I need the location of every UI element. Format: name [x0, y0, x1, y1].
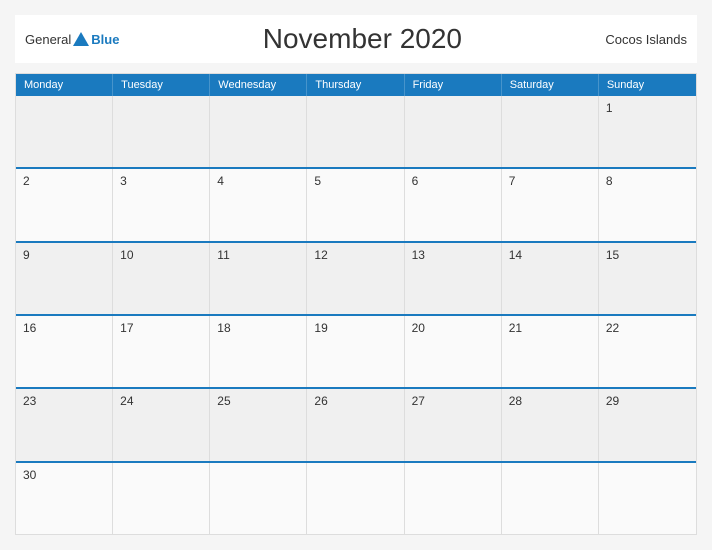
day-cell: [307, 463, 404, 534]
day-cell: 29: [599, 389, 696, 460]
day-cell: 16: [16, 316, 113, 387]
day-cell: 19: [307, 316, 404, 387]
day-number: 30: [23, 468, 36, 482]
day-number: 24: [120, 394, 133, 408]
day-header-sunday: Sunday: [599, 74, 696, 96]
day-cell: [113, 463, 210, 534]
day-cell: 3: [113, 169, 210, 240]
location-label: Cocos Islands: [605, 32, 687, 47]
day-cell: [502, 96, 599, 167]
day-number: 6: [412, 174, 419, 188]
day-number: 4: [217, 174, 224, 188]
day-cell: 1: [599, 96, 696, 167]
day-cell: 10: [113, 243, 210, 314]
day-header-tuesday: Tuesday: [113, 74, 210, 96]
calendar-body: 1234567891011121314151617181920212223242…: [16, 96, 696, 534]
day-number: 28: [509, 394, 522, 408]
day-number: 27: [412, 394, 425, 408]
day-number: 3: [120, 174, 127, 188]
day-number: 8: [606, 174, 613, 188]
day-cell: 2: [16, 169, 113, 240]
logo-general: General: [25, 32, 71, 47]
day-number: 7: [509, 174, 516, 188]
day-number: 16: [23, 321, 36, 335]
week-row: 9 10 11 12 13 14 15: [16, 241, 696, 314]
day-cell: [405, 96, 502, 167]
day-number: 25: [217, 394, 230, 408]
week-row: 16 17 18 19 20 21 22: [16, 314, 696, 387]
day-cell: [210, 463, 307, 534]
day-cell: 23: [16, 389, 113, 460]
day-cell: [502, 463, 599, 534]
calendar: MondayTuesdayWednesdayThursdayFridaySatu…: [15, 73, 697, 535]
day-cell: [405, 463, 502, 534]
day-number: 23: [23, 394, 36, 408]
day-header-friday: Friday: [405, 74, 502, 96]
day-cell: 5: [307, 169, 404, 240]
day-number: 9: [23, 248, 30, 262]
day-cell: 20: [405, 316, 502, 387]
week-row: 30: [16, 461, 696, 534]
day-header-wednesday: Wednesday: [210, 74, 307, 96]
day-header-thursday: Thursday: [307, 74, 404, 96]
day-cell: [16, 96, 113, 167]
day-number: 1: [606, 101, 613, 115]
week-row: 2 3 4 5 6 7 8: [16, 167, 696, 240]
day-number: 2: [23, 174, 30, 188]
page: General Blue November 2020 Cocos Islands…: [0, 0, 712, 550]
logo-triangle-icon: [73, 32, 89, 46]
day-cell: 22: [599, 316, 696, 387]
day-header-monday: Monday: [16, 74, 113, 96]
day-cell: 17: [113, 316, 210, 387]
day-cell: 11: [210, 243, 307, 314]
week-row: 23 24 25 26 27 28 29: [16, 387, 696, 460]
day-number: 12: [314, 248, 327, 262]
day-cell: 18: [210, 316, 307, 387]
day-header-saturday: Saturday: [502, 74, 599, 96]
day-cell: 12: [307, 243, 404, 314]
day-cell: 13: [405, 243, 502, 314]
page-title: November 2020: [263, 23, 462, 55]
day-number: 13: [412, 248, 425, 262]
day-cell: 8: [599, 169, 696, 240]
day-cell: [210, 96, 307, 167]
day-cell: [599, 463, 696, 534]
day-cell: [113, 96, 210, 167]
day-cell: 30: [16, 463, 113, 534]
day-cell: 4: [210, 169, 307, 240]
day-cell: 25: [210, 389, 307, 460]
header: General Blue November 2020 Cocos Islands: [15, 15, 697, 63]
day-cell: 27: [405, 389, 502, 460]
day-headers-row: MondayTuesdayWednesdayThursdayFridaySatu…: [16, 74, 696, 96]
day-cell: [307, 96, 404, 167]
logo: General Blue: [25, 32, 119, 47]
day-cell: 28: [502, 389, 599, 460]
day-cell: 14: [502, 243, 599, 314]
day-cell: 26: [307, 389, 404, 460]
day-number: 14: [509, 248, 522, 262]
week-row: 1: [16, 96, 696, 167]
day-cell: 7: [502, 169, 599, 240]
day-number: 29: [606, 394, 619, 408]
logo-blue: Blue: [91, 32, 119, 47]
day-number: 17: [120, 321, 133, 335]
day-number: 10: [120, 248, 133, 262]
day-number: 5: [314, 174, 321, 188]
day-number: 20: [412, 321, 425, 335]
day-cell: 15: [599, 243, 696, 314]
day-number: 22: [606, 321, 619, 335]
day-number: 21: [509, 321, 522, 335]
day-cell: 6: [405, 169, 502, 240]
day-number: 18: [217, 321, 230, 335]
day-number: 11: [217, 248, 229, 262]
day-cell: 24: [113, 389, 210, 460]
day-number: 26: [314, 394, 327, 408]
day-cell: 9: [16, 243, 113, 314]
day-number: 15: [606, 248, 619, 262]
day-cell: 21: [502, 316, 599, 387]
day-number: 19: [314, 321, 327, 335]
